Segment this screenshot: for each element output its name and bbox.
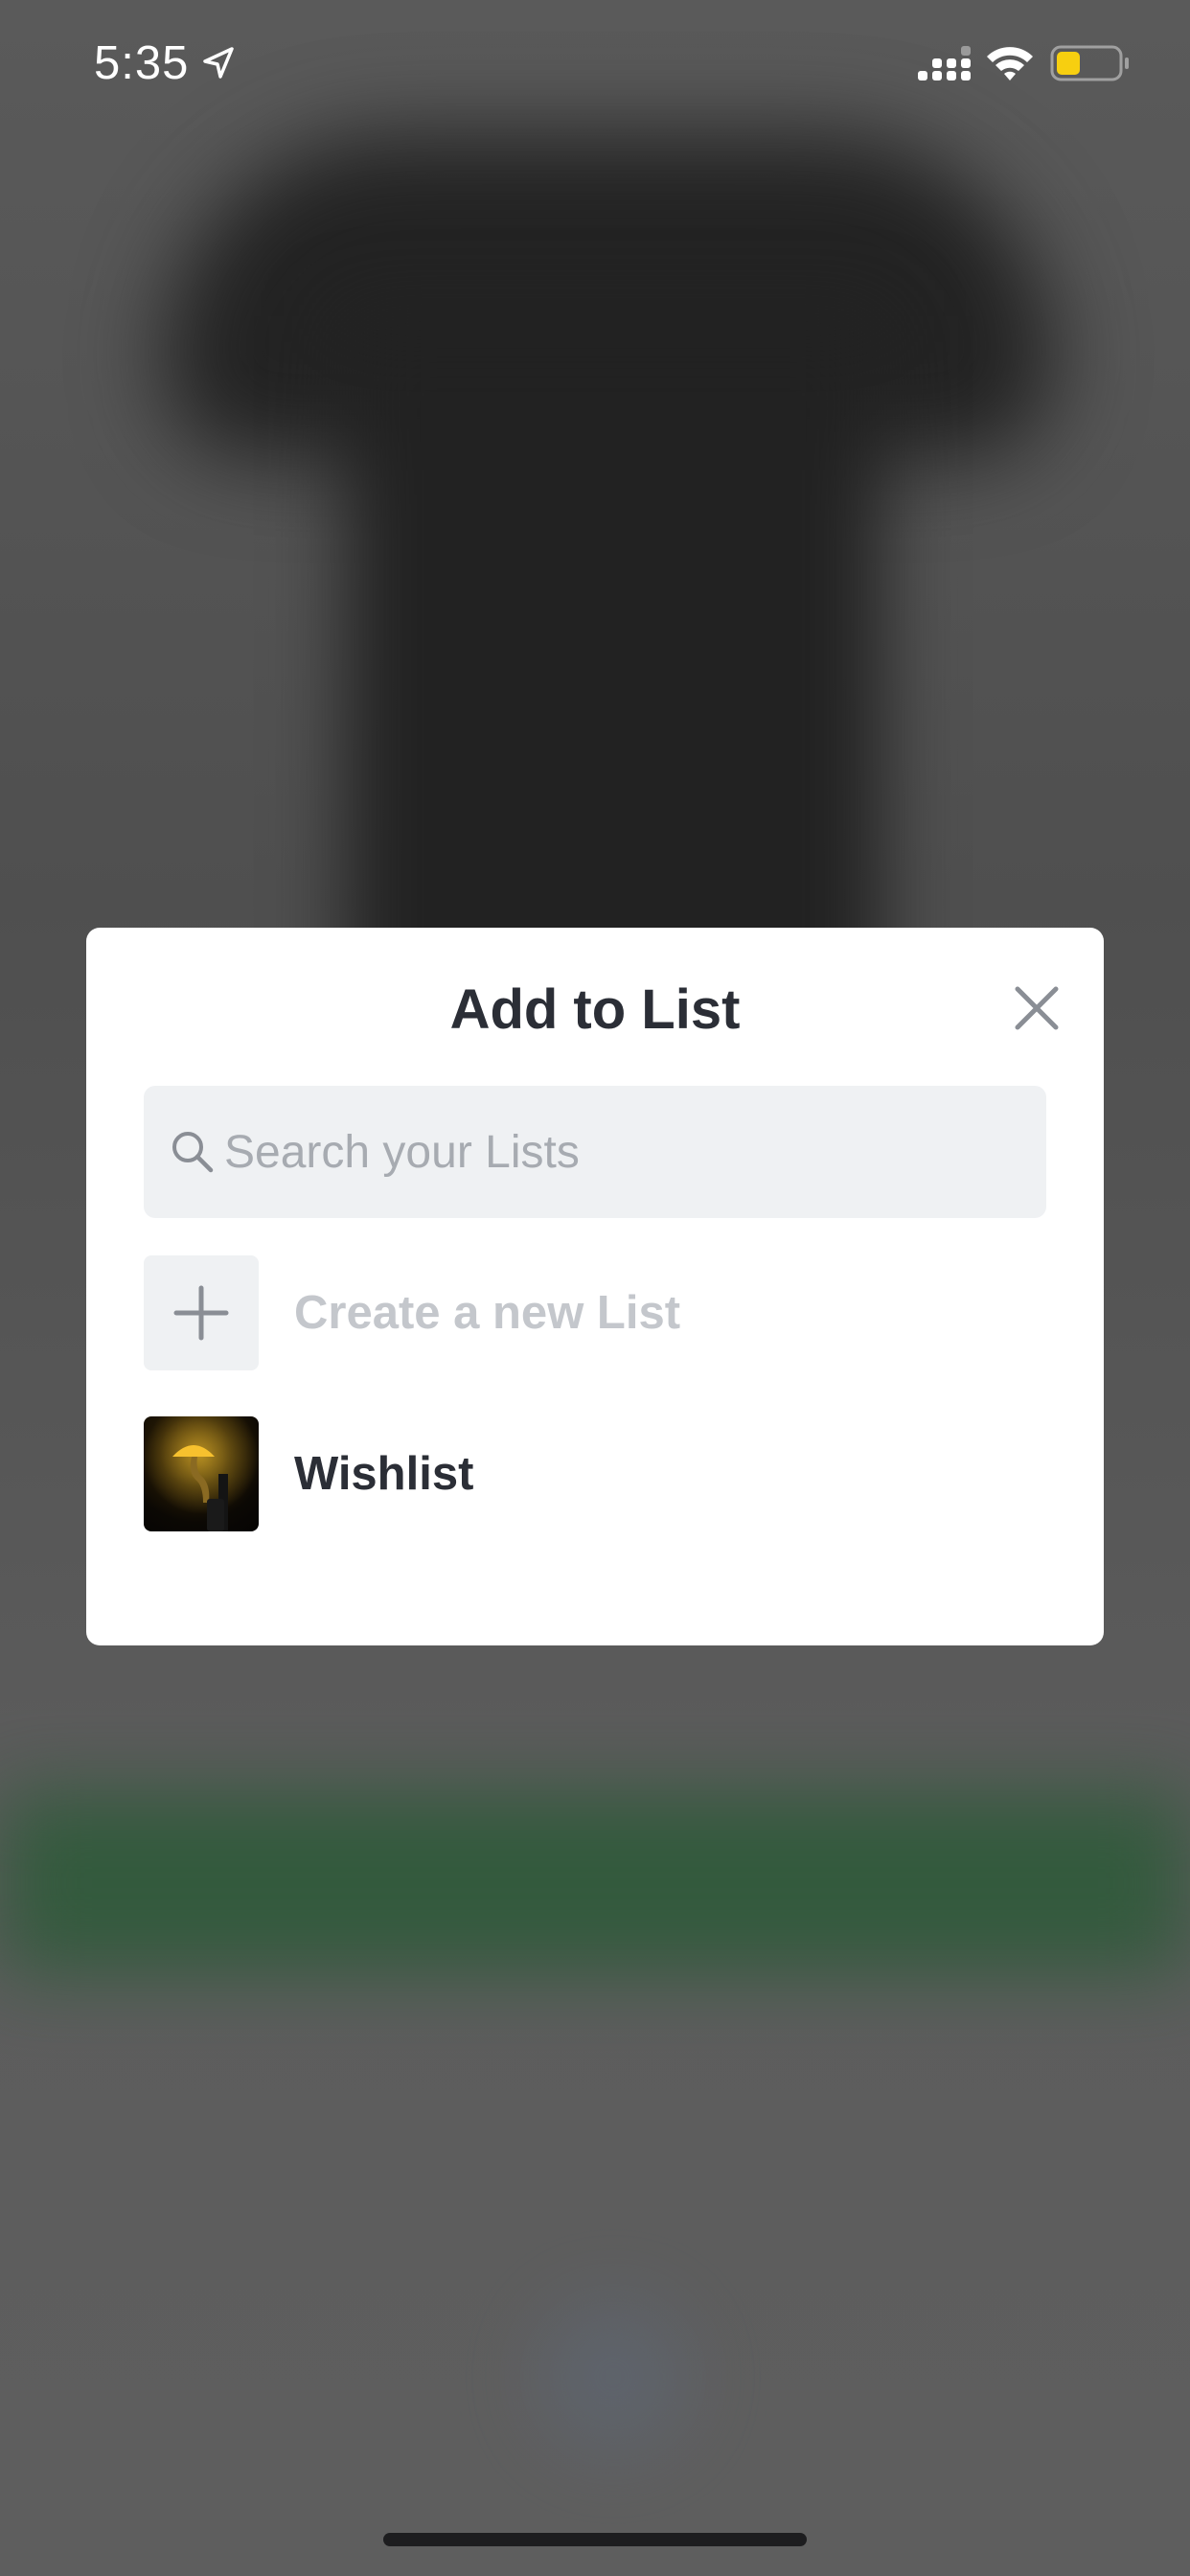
wifi-icon	[985, 42, 1035, 84]
home-indicator[interactable]	[383, 2533, 807, 2546]
search-box[interactable]	[144, 1086, 1046, 1218]
battery-icon	[1050, 44, 1131, 82]
modal-title: Add to List	[449, 978, 741, 1041]
cellular-signal-icon	[918, 46, 972, 82]
plus-tile	[144, 1255, 259, 1370]
wishlist-thumbnail	[144, 1416, 259, 1531]
list-item-wishlist[interactable]: Wishlist	[144, 1416, 1046, 1531]
blurred-tab-icon	[537, 2300, 690, 2453]
status-bar: 5:35	[0, 0, 1190, 134]
mushroom-lamp-thumbnail	[144, 1416, 259, 1531]
plus-icon	[173, 1285, 229, 1341]
battery-level	[1057, 52, 1080, 75]
close-icon[interactable]	[1008, 979, 1065, 1037]
search-icon	[169, 1128, 217, 1176]
add-to-list-modal: Add to List Create a new List	[86, 928, 1104, 1645]
list-name: Wishlist	[294, 1448, 474, 1500]
close-button[interactable]	[1008, 979, 1065, 1037]
search-input[interactable]	[224, 1086, 1010, 1218]
blurred-add-to-cart-button	[0, 1792, 1190, 1974]
create-new-list-button[interactable]: Create a new List	[144, 1255, 1046, 1370]
location-arrow-icon	[199, 44, 238, 82]
status-time: 5:35	[94, 37, 190, 89]
create-new-list-label: Create a new List	[294, 1287, 681, 1339]
